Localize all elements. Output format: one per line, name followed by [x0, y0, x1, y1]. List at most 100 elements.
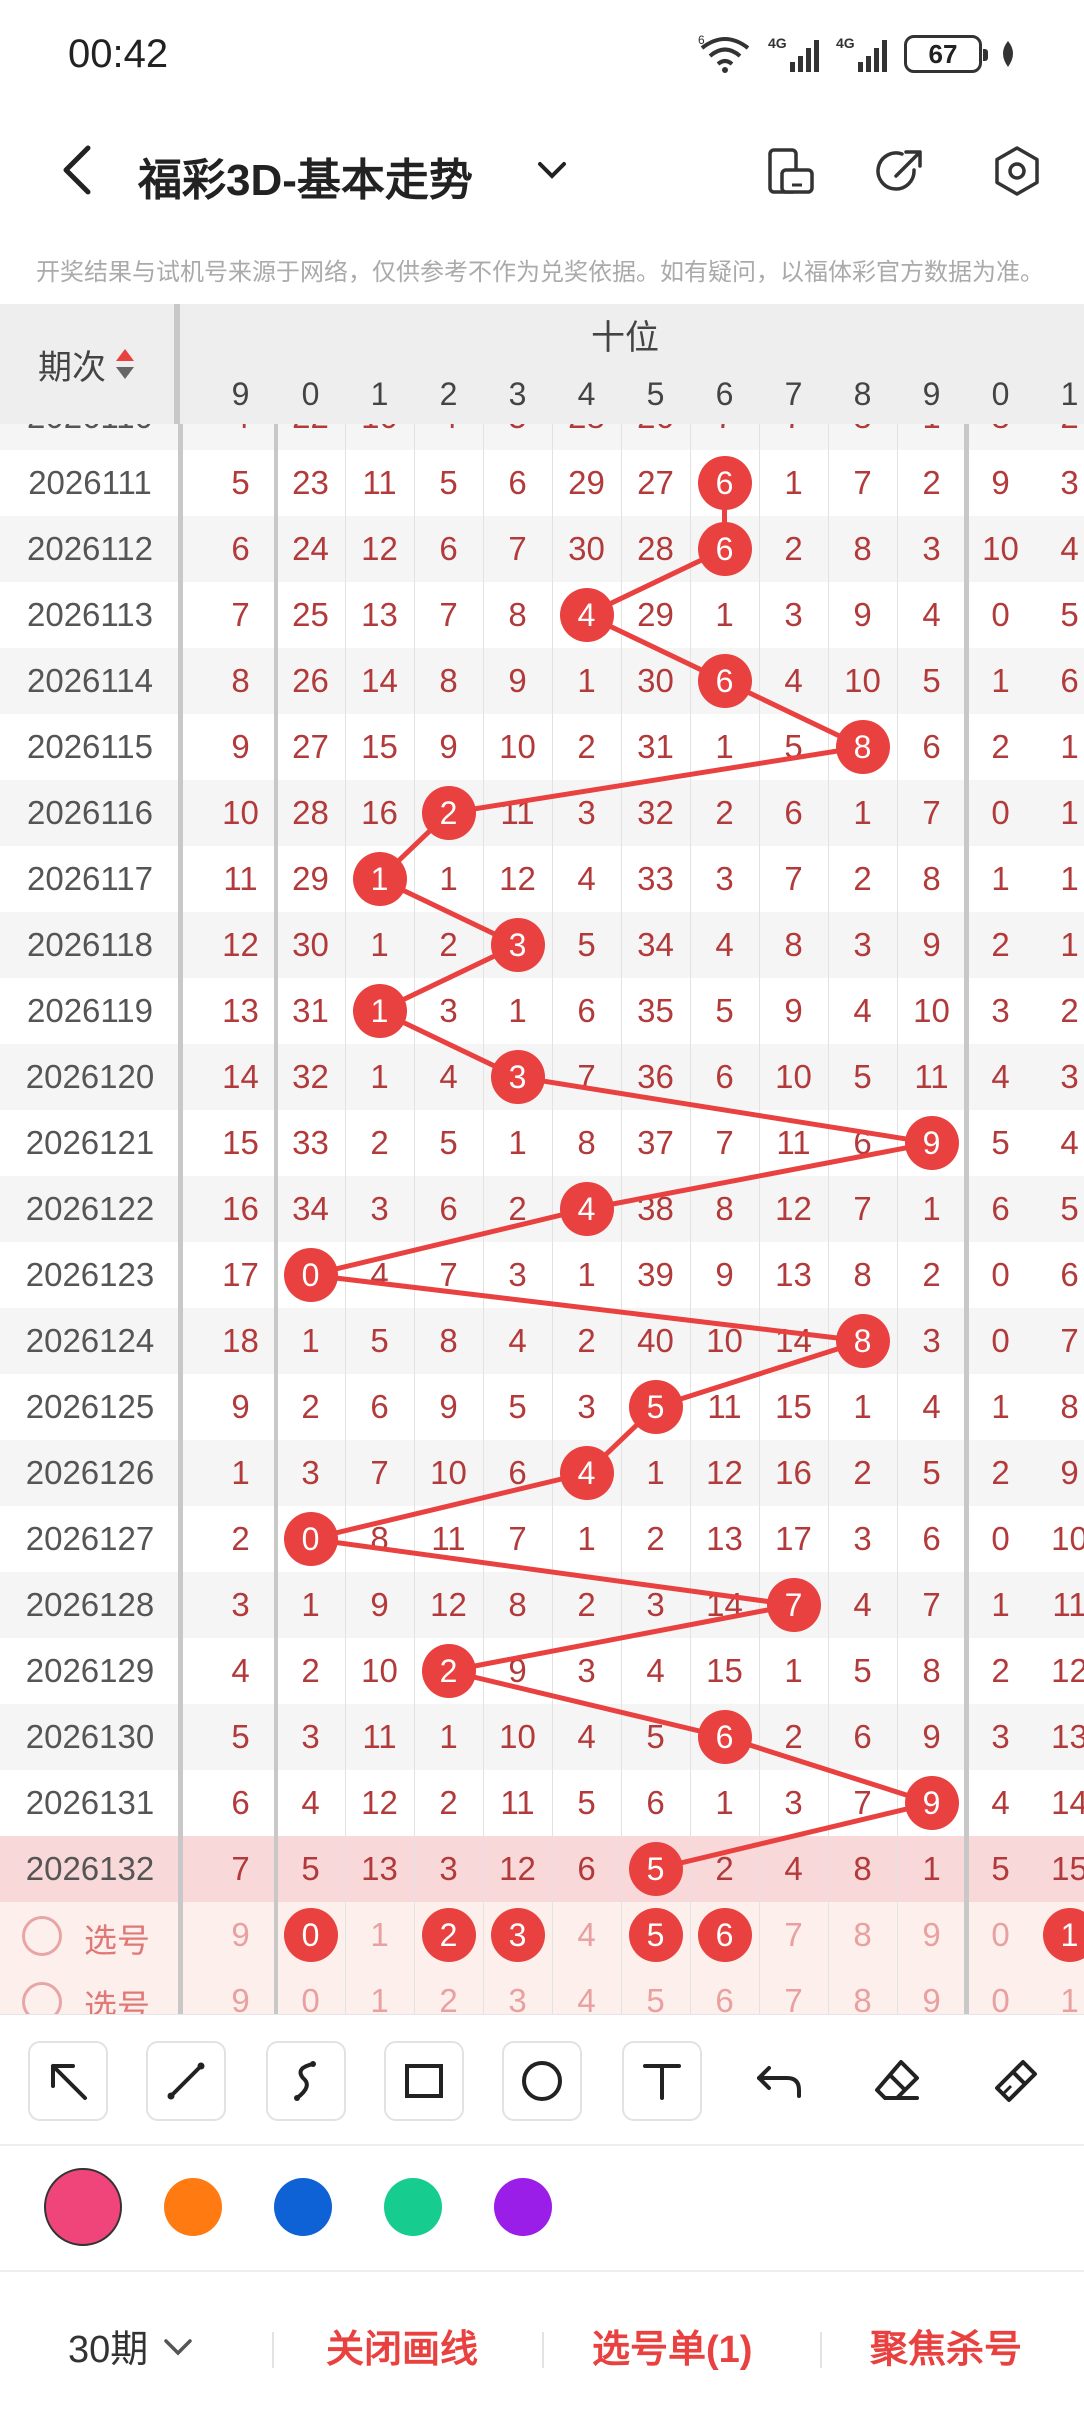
screen-rotate-icon[interactable] [764, 144, 818, 198]
column-gridline [345, 364, 346, 2014]
squiggle-icon [294, 2061, 316, 2101]
chevron-down-icon[interactable] [530, 150, 574, 190]
table-row[interactable]: 2026118 12 30 1 2 3 5 34 4 8 3 9 2 1 [0, 912, 1084, 978]
color-swatch[interactable] [44, 2168, 122, 2246]
selectable-digit[interactable]: 5 [621, 1968, 690, 2014]
tens-cell: 8 [508, 596, 527, 633]
selectable-digit[interactable]: 6 [690, 1968, 759, 2014]
close-lines-button[interactable]: 关闭画线 [326, 2318, 478, 2373]
selectable-digit[interactable]: 1 [345, 1968, 414, 2014]
selectable-digit[interactable]: 4 [552, 1902, 621, 1968]
curve-tool[interactable] [266, 2041, 346, 2121]
right-cell: 5 [991, 1124, 1010, 1161]
selectable-digit[interactable]: 7 [759, 1902, 828, 1968]
selection-row[interactable]: 选号 9 0 1 2 3 4 5 6 7 8 9 0 1 [0, 1902, 1084, 1968]
tens-cell: 1 [370, 926, 389, 963]
tens-cell: 2 [577, 728, 596, 765]
selectable-digit[interactable]: 8 [828, 1902, 897, 1968]
selection-row[interactable]: 选号 9 0 1 2 3 4 5 6 7 8 9 0 1 [0, 1968, 1084, 2014]
share-icon[interactable] [874, 144, 928, 198]
left-digit-cell: 10 [222, 794, 259, 831]
period-column-header[interactable]: 期次 [0, 304, 180, 424]
table-row[interactable]: 2026122 16 34 3 6 2 4 38 8 12 7 1 6 5 [0, 1176, 1084, 1242]
tens-cell: 4 [922, 596, 941, 633]
color-swatch[interactable] [494, 2178, 552, 2236]
back-icon[interactable] [50, 140, 110, 200]
table-row[interactable]: 2026120 14 32 1 4 3 7 36 6 10 5 11 4 3 [0, 1044, 1084, 1110]
select-radio[interactable] [22, 1982, 62, 2014]
table-row[interactable]: 2026130 5 3 11 1 10 4 5 6 2 6 9 3 13 [0, 1704, 1084, 1770]
line-tool[interactable] [146, 2041, 226, 2121]
selectable-digit[interactable]: 3 [483, 1968, 552, 2014]
rectangle-tool[interactable] [384, 2041, 464, 2121]
selectable-digit[interactable]: 0 [276, 1968, 345, 2014]
selectable-digit[interactable]: 4 [552, 1968, 621, 2014]
color-swatch[interactable] [274, 2178, 332, 2236]
arrow-up-left-icon [51, 2064, 87, 2100]
table-row[interactable]: 2026115 9 27 15 9 10 2 31 1 5 8 6 2 1 [0, 714, 1084, 780]
table-row[interactable]: 2026119 13 31 1 3 1 6 35 5 9 4 10 3 2 [0, 978, 1084, 1044]
tens-cell: 12 [706, 1454, 743, 1491]
table-row[interactable]: 2026111 5 23 11 5 6 29 27 6 1 7 2 9 3 [0, 450, 1084, 516]
separator [820, 2332, 822, 2368]
tens-cell: 6 [922, 728, 941, 765]
table-row[interactable]: 2026128 3 1 9 12 8 2 3 14 7 4 7 1 11 [0, 1572, 1084, 1638]
selectable-digit[interactable]: 9 [897, 1968, 966, 2014]
clear-tool[interactable] [976, 2041, 1056, 2121]
table-row[interactable]: 2026127 2 0 8 11 7 1 2 13 17 3 6 0 10 [0, 1506, 1084, 1572]
tens-cell: 2 [646, 1520, 665, 1557]
digit-column-header: 1 [370, 375, 389, 412]
picked-ball: 5 [628, 1908, 683, 1962]
selectable-digit[interactable]: 9 [897, 1902, 966, 1968]
table-row[interactable]: 2026113 7 25 13 7 8 4 29 1 3 9 4 0 5 [0, 582, 1084, 648]
table-row[interactable]: 2026121 15 33 2 5 1 8 37 7 11 6 9 5 4 [0, 1110, 1084, 1176]
tens-cell: 4 [301, 1784, 320, 1821]
settings-icon[interactable] [990, 144, 1044, 198]
selectable-digit[interactable]: 8 [828, 1968, 897, 2014]
table-row[interactable]: 2026131 6 4 12 2 11 5 6 1 3 7 9 4 14 [0, 1770, 1084, 1836]
table-row[interactable]: 2026114 8 26 14 8 9 1 30 6 4 10 5 1 6 [0, 648, 1084, 714]
table-row[interactable]: 2026117 11 29 1 1 12 4 33 3 7 2 8 1 1 [0, 846, 1084, 912]
table-row[interactable]: 2026126 1 3 7 10 6 4 1 12 16 2 5 2 9 [0, 1440, 1084, 1506]
tens-cell: 4 [646, 1652, 665, 1689]
tens-cell: 1 [508, 992, 527, 1029]
selectable-digit[interactable]: 1 [345, 1902, 414, 1968]
tens-cell: 1 [439, 1718, 458, 1755]
right-cell: 6 [1060, 1256, 1079, 1293]
sort-icon[interactable] [114, 346, 136, 382]
diagonal-line-icon [167, 2062, 205, 2100]
text-tool[interactable] [622, 2041, 702, 2121]
trend-table[interactable]: 2026110422104528267781822026111523115629… [0, 304, 1084, 2014]
color-swatch[interactable] [164, 2178, 222, 2236]
undo-tool[interactable] [740, 2041, 820, 2121]
table-row[interactable]: 2026123 17 0 4 7 3 1 39 9 13 8 2 0 6 [0, 1242, 1084, 1308]
eraser-tool[interactable] [858, 2041, 938, 2121]
table-row[interactable]: 2026116 10 28 16 2 11 3 32 2 6 1 7 0 1 [0, 780, 1084, 846]
selectable-digit[interactable]: 7 [759, 1968, 828, 2014]
table-row[interactable]: 2026125 9 2 6 9 5 3 5 11 15 1 4 1 8 [0, 1374, 1084, 1440]
table-row[interactable]: 2026129 4 2 10 2 9 3 4 15 1 5 8 2 12 [0, 1638, 1084, 1704]
color-swatch[interactable] [384, 2178, 442, 2236]
tens-cell: 9 [439, 1388, 458, 1425]
tens-cell: 11 [362, 464, 397, 501]
circle-tool[interactable] [502, 2041, 582, 2121]
right-cell: 4 [991, 1784, 1010, 1821]
tens-cell: 4 [922, 1388, 941, 1425]
selectable-digit[interactable]: 2 [414, 1968, 483, 2014]
tens-column-header: 十位 [591, 318, 659, 357]
tens-cell: 11 [914, 1058, 949, 1095]
focus-kill-button[interactable]: 聚焦杀号 [870, 2318, 1022, 2373]
table-row[interactable]: 2026112 6 24 12 6 7 30 28 6 2 8 3 10 4 [0, 516, 1084, 582]
right-cell: 2 [991, 926, 1010, 963]
table-row[interactable]: 2026132 7 5 13 3 12 6 5 2 4 8 1 5 15 [0, 1836, 1084, 1902]
arrow-tool[interactable] [28, 2041, 108, 2121]
table-row[interactable]: 2026124 18 1 5 8 4 2 40 10 14 8 3 0 7 [0, 1308, 1084, 1374]
select-radio[interactable] [22, 1916, 62, 1956]
period-count-select[interactable]: 30期 [68, 2318, 196, 2373]
tens-cell: 28 [292, 794, 329, 831]
period-cell: 2026131 [25, 1784, 155, 1821]
tens-cell: 8 [784, 926, 803, 963]
tens-cell: 1 [577, 1520, 596, 1557]
pick-list-button[interactable]: 选号单(1) [592, 2318, 752, 2373]
page-title[interactable]: 福彩3D-基本走势 [138, 144, 473, 208]
